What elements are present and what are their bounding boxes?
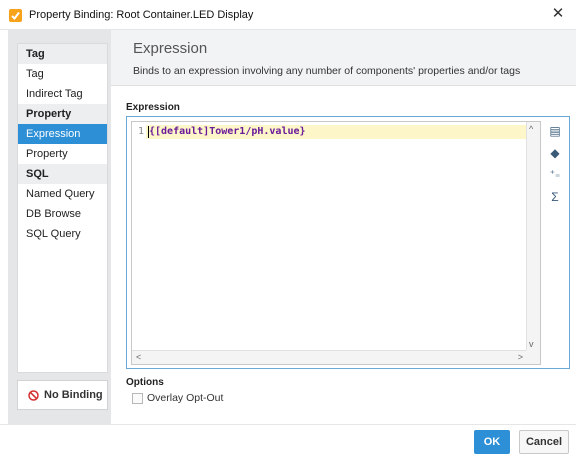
cancel-button[interactable]: Cancel [519, 430, 569, 454]
sidebar-item-expression[interactable]: Expression [18, 124, 107, 144]
binding-header: Expression Binds to an expression involv… [111, 30, 576, 86]
dialog-footer: OK Cancel [0, 424, 576, 460]
expression-label: Expression [126, 102, 180, 113]
binding-description: Binds to an expression involving any num… [133, 65, 521, 77]
expression-code: {[default]Tower1/pH.value} [149, 126, 306, 137]
scroll-right-icon[interactable]: > [518, 352, 523, 362]
app-icon [9, 9, 22, 22]
no-binding-icon [28, 390, 39, 401]
scroll-left-icon[interactable]: < [136, 352, 141, 362]
title-bar: Property Binding: Root Container.LED Dis… [0, 0, 576, 30]
sidebar-item-property[interactable]: Property [18, 144, 107, 164]
property-icon[interactable]: ▤ [548, 124, 562, 138]
sidebar-item-named-query[interactable]: Named Query [18, 184, 107, 204]
line-number: 1 [138, 126, 145, 137]
operator-icon[interactable]: ⁺₌ [548, 168, 562, 182]
function-icon[interactable]: Σ [548, 190, 562, 204]
expression-editor[interactable]: 1 {[default]Tower1/pH.value} ^ v < > [131, 121, 541, 365]
horizontal-scrollbar[interactable]: < > [132, 350, 527, 364]
code-line[interactable]: {[default]Tower1/pH.value} [146, 125, 527, 139]
overlay-opt-out-label: Overlay Opt-Out [147, 392, 224, 404]
tag-icon[interactable]: ◆ [548, 146, 562, 160]
sidebar-item-indirect-tag[interactable]: Indirect Tag [18, 84, 107, 104]
sidebar-header-tag: Tag [18, 44, 107, 64]
scroll-corner [526, 350, 540, 364]
vertical-scrollbar[interactable]: ^ v [526, 122, 540, 351]
ok-button[interactable]: OK [474, 430, 510, 454]
expression-editor-container: 1 {[default]Tower1/pH.value} ^ v < > [126, 116, 570, 369]
no-binding-label: No Binding [44, 389, 103, 401]
binding-type-panel: Tag Tag Indirect Tag Property Expression… [8, 30, 111, 424]
no-binding-button[interactable]: No Binding [17, 380, 108, 410]
sidebar-item-tag[interactable]: Tag [18, 64, 107, 84]
sidebar-header-property: Property [18, 104, 107, 124]
sidebar-header-sql: SQL [18, 164, 107, 184]
close-icon[interactable]: ✕ [548, 4, 568, 24]
overlay-opt-out-checkbox[interactable] [132, 393, 143, 404]
binding-type-list: Tag Tag Indirect Tag Property Expression… [17, 43, 108, 373]
scroll-down-icon[interactable]: v [529, 339, 534, 349]
window-title: Property Binding: Root Container.LED Dis… [29, 9, 254, 21]
scroll-up-icon[interactable]: ^ [529, 124, 533, 134]
options-label: Options [126, 377, 164, 388]
binding-title: Expression [133, 40, 208, 57]
sidebar-item-sql-query[interactable]: SQL Query [18, 224, 107, 244]
sidebar-item-db-browse[interactable]: DB Browse [18, 204, 107, 224]
